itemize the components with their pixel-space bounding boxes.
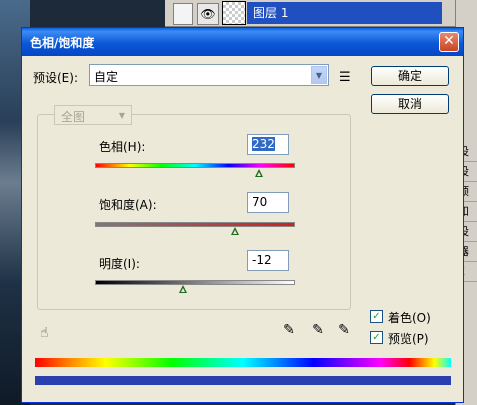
lightness-slider-thumb[interactable] — [179, 285, 187, 293]
ok-button[interactable]: 确定 — [371, 66, 449, 86]
close-icon: ✕ — [443, 33, 455, 49]
eyedropper-icon[interactable]: ✎ — [280, 322, 298, 340]
saturation-slider-thumb[interactable] — [231, 227, 239, 235]
hue-slider-track[interactable] — [95, 163, 295, 168]
cancel-button[interactable]: 取消 — [371, 94, 449, 114]
eye-icon[interactable]: 👁 — [197, 3, 219, 25]
layer-mask-thumb[interactable] — [173, 3, 193, 25]
lightness-slider-track[interactable] — [95, 280, 295, 285]
eyedropper-minus-icon[interactable]: ✎ — [335, 322, 353, 340]
preset-options-icon[interactable]: ☰ — [339, 70, 351, 85]
input-color-bar — [35, 358, 451, 367]
chevron-down-icon: ▼ — [311, 66, 327, 84]
hand-adjust-icon[interactable]: ☝ — [40, 325, 49, 341]
colorize-label: 着色(O) — [388, 311, 431, 325]
dialog-titlebar[interactable]: 色相/饱和度 ✕ — [22, 28, 463, 56]
edit-range-select: 全图 ▼ — [54, 105, 132, 125]
saturation-slider-track[interactable] — [95, 222, 295, 227]
chevron-down-icon: ▼ — [114, 107, 130, 123]
output-color-bar — [35, 376, 451, 385]
lightness-input[interactable]: -12 — [247, 250, 289, 271]
dialog-title: 色相/饱和度 — [30, 36, 95, 50]
hue-slider-thumb[interactable] — [255, 169, 263, 177]
preview-label: 预览(P) — [388, 332, 429, 346]
hue-input[interactable]: 232 — [247, 134, 289, 155]
hue-saturation-dialog: 色相/饱和度 ✕ 预设(E): 自定 ▼ ☰ 确定 取消 全图 ▼ 色相(H):… — [21, 27, 464, 403]
preset-value: 自定 — [94, 70, 119, 84]
preset-label: 预设(E): — [33, 71, 78, 85]
preset-select[interactable]: 自定 ▼ — [89, 64, 329, 86]
hue-label: 色相(H): — [99, 140, 146, 154]
saturation-input[interactable]: 70 — [247, 192, 289, 213]
preview-checkbox[interactable]: ✓ — [370, 331, 383, 344]
layer-name[interactable]: 图层 1 — [247, 2, 442, 24]
close-button[interactable]: ✕ — [439, 32, 459, 52]
saturation-label: 饱和度(A): — [99, 198, 157, 212]
edit-range-value: 全图 — [61, 110, 86, 124]
lightness-label: 明度(I): — [99, 257, 140, 271]
layer-thumbnail[interactable] — [222, 1, 246, 25]
eyedropper-plus-icon[interactable]: ✎ — [309, 322, 327, 340]
colorize-checkbox[interactable]: ✓ — [370, 310, 383, 323]
